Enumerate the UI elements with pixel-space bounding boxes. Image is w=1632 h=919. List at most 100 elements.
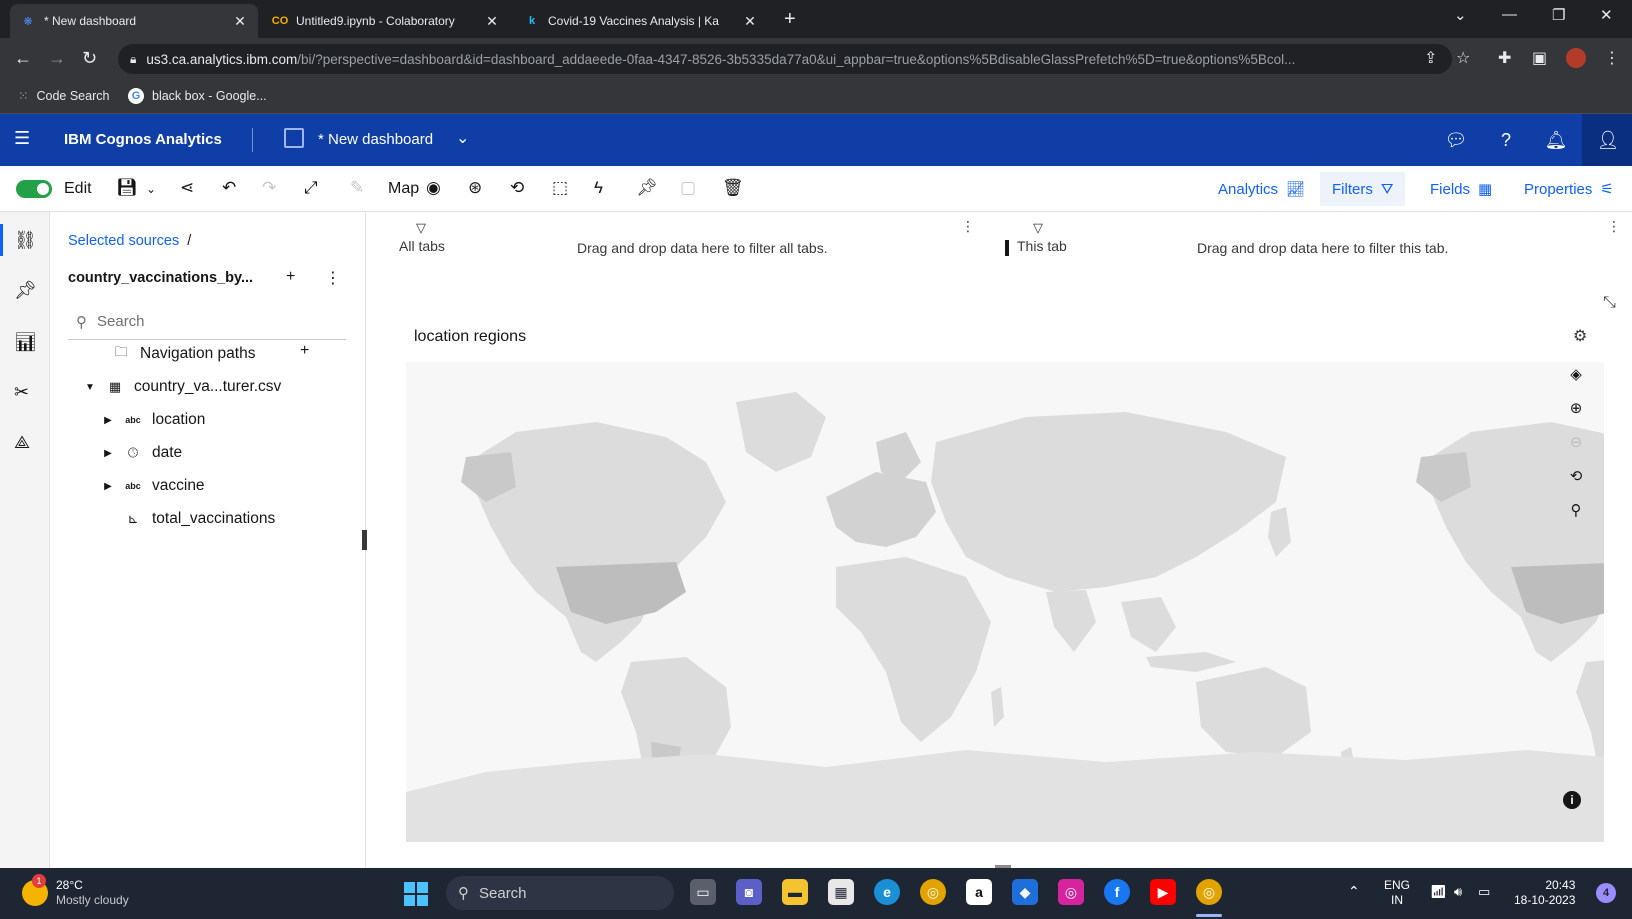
analytics-tab[interactable]: Analytics 📈︎ bbox=[1218, 180, 1305, 199]
all-tabs-filter-dropzone[interactable]: ▽ All tabs Drag and drop data here to fi… bbox=[367, 212, 1003, 270]
collapse-icon[interactable]: ⤡ bbox=[1603, 294, 1616, 312]
url-input[interactable]: 🔒︎ us3.ca.analytics.ibm.com/bi/?perspect… bbox=[118, 44, 1452, 74]
tree-item-csv-table[interactable]: ▼ ▦ country_va...turer.csv bbox=[84, 372, 281, 402]
all-tabs-overflow-icon[interactable]: ⋮ bbox=[961, 218, 975, 235]
facebook-icon[interactable]: f bbox=[1104, 879, 1130, 905]
task-view-icon[interactable]: ▭ bbox=[690, 879, 716, 905]
add-source-icon[interactable]: + bbox=[286, 268, 295, 286]
save-options-chevron-icon[interactable]: ⌄ bbox=[146, 182, 156, 196]
teams-meet-icon[interactable]: ◙ bbox=[736, 879, 762, 905]
visualization-title[interactable]: location regions bbox=[414, 328, 526, 346]
side-panel-icon[interactable]: ▣ bbox=[1532, 48, 1547, 68]
assistant-icon[interactable]: ⟁ bbox=[14, 432, 30, 453]
source-overflow-menu-icon[interactable]: ⋮ bbox=[325, 268, 341, 288]
tree-item-total-vaccinations[interactable]: ⊾ total_vaccinations bbox=[102, 504, 276, 534]
tree-item-date[interactable]: ▶ 🕓︎ date bbox=[102, 438, 182, 468]
browser-tab-kaggle[interactable]: k Covid-19 Vaccines Analysis | Ka ✕ bbox=[514, 4, 768, 38]
undo-icon[interactable]: ↶ bbox=[222, 178, 236, 198]
map-layers-icon[interactable]: ◈ bbox=[1563, 361, 1589, 387]
caret-right-icon[interactable]: ▶ bbox=[102, 481, 114, 492]
edit-mode-toggle[interactable] bbox=[16, 180, 52, 198]
close-tab-icon[interactable]: ✕ bbox=[742, 13, 758, 30]
share-icon[interactable]: ⋖ bbox=[180, 178, 194, 198]
extensions-puzzle-icon[interactable]: ✚ bbox=[1498, 48, 1511, 68]
chrome-browser-icon[interactable]: ◎ bbox=[920, 879, 946, 905]
bookmark-black-box[interactable]: G black box - Google... bbox=[128, 88, 267, 104]
insights-bolt-icon[interactable]: ϟ bbox=[594, 178, 603, 198]
caret-down-icon[interactable]: ▼ bbox=[84, 382, 96, 393]
wifi-icon[interactable]: 📶︎ bbox=[1430, 884, 1447, 899]
format-painter-icon[interactable]: ✎ bbox=[350, 178, 364, 198]
minimize-window-icon[interactable]: — bbox=[1502, 6, 1517, 23]
visualization-settings-gear-icon[interactable]: ⚙ bbox=[1573, 326, 1587, 346]
selected-sources-link[interactable]: Selected sources bbox=[68, 233, 179, 249]
visualizations-bar-chart-icon[interactable]: 📊︎ bbox=[14, 332, 37, 353]
close-window-icon[interactable]: ✕ bbox=[1600, 6, 1613, 24]
this-tab-overflow-icon[interactable]: ⋮ bbox=[1607, 218, 1621, 235]
copy-icon[interactable]: ▢ bbox=[680, 178, 696, 198]
pin-icon[interactable]: 📌︎ bbox=[636, 178, 658, 198]
bookmark-star-icon[interactable]: ☆ bbox=[1456, 48, 1470, 68]
battery-icon[interactable]: ▭ bbox=[1478, 884, 1490, 899]
new-tab-icon[interactable]: + bbox=[784, 8, 796, 31]
hamburger-menu-icon[interactable]: ☰ bbox=[14, 128, 30, 149]
tree-item-location[interactable]: ▶ abc location bbox=[102, 405, 205, 435]
pinned-items-icon[interactable]: 📌︎ bbox=[14, 280, 37, 301]
close-tab-icon[interactable]: ✕ bbox=[232, 13, 248, 30]
security-shield-icon[interactable]: ◆ bbox=[1012, 879, 1038, 905]
source-search-input[interactable]: ⚲ Search bbox=[68, 304, 346, 340]
restore-window-icon[interactable]: ❐ bbox=[1552, 6, 1565, 24]
reset-view-icon[interactable]: ⟲ bbox=[1563, 463, 1589, 489]
zoom-in-icon[interactable]: ⊕ bbox=[1563, 395, 1589, 421]
properties-tab[interactable]: Properties ⚟ bbox=[1524, 180, 1614, 199]
select-region-icon[interactable]: ⬚ bbox=[552, 178, 568, 198]
clock[interactable]: 20:43 18-10-2023 bbox=[1514, 878, 1575, 908]
notifications-bell-icon[interactable]: 🔔︎ bbox=[1530, 114, 1582, 166]
visualization-type-label[interactable]: Map bbox=[388, 180, 419, 198]
volume-icon[interactable]: 🔊︎ bbox=[1454, 884, 1462, 899]
microsoft-store-icon[interactable]: ▦ bbox=[828, 879, 854, 905]
user-account-icon[interactable]: 👤︎ bbox=[1582, 114, 1632, 166]
help-icon[interactable]: ? bbox=[1480, 114, 1532, 166]
dashboard-title[interactable]: * New dashboard bbox=[318, 131, 433, 148]
close-tab-icon[interactable]: ✕ bbox=[484, 13, 500, 30]
edge-browser-icon[interactable]: e bbox=[874, 879, 900, 905]
fields-tab[interactable]: Fields ▦ bbox=[1430, 180, 1492, 199]
back-icon[interactable]: ← bbox=[14, 48, 32, 69]
redo-icon[interactable]: ↷ bbox=[262, 178, 276, 198]
caret-right-icon[interactable]: ▶ bbox=[102, 415, 114, 426]
file-explorer-icon[interactable]: ▬ bbox=[782, 879, 808, 905]
chrome-active-icon[interactable]: ◎ bbox=[1196, 879, 1222, 905]
globe-icon[interactable]: ◉ bbox=[426, 178, 441, 198]
filters-tab[interactable]: Filters ⛛ bbox=[1320, 172, 1406, 206]
world-map[interactable] bbox=[406, 362, 1604, 842]
widgets-tools-icon[interactable]: ✂ bbox=[14, 382, 29, 403]
reload-icon[interactable]: ↻ bbox=[82, 48, 97, 69]
language-indicator[interactable]: ENG IN bbox=[1384, 878, 1410, 908]
profile-avatar[interactable] bbox=[1566, 48, 1586, 68]
tree-item-navigation-paths[interactable]: 🗀 Navigation paths bbox=[90, 339, 255, 369]
zoom-out-icon[interactable]: ⊖ bbox=[1563, 429, 1589, 455]
delete-trash-icon[interactable]: 🗑︎ bbox=[722, 178, 744, 198]
add-navigation-path-icon[interactable]: + bbox=[300, 342, 309, 360]
amazon-icon[interactable]: a bbox=[966, 879, 992, 905]
drill-icon[interactable]: ⊛ bbox=[468, 178, 482, 198]
youtube-icon[interactable]: ▶ bbox=[1150, 879, 1176, 905]
browser-tab-new-dashboard[interactable]: ❋ * New dashboard ✕ bbox=[10, 4, 258, 38]
save-icon[interactable]: 💾︎ bbox=[116, 178, 138, 198]
notification-count-badge[interactable]: 4 bbox=[1596, 883, 1616, 903]
info-icon[interactable]: i bbox=[1563, 791, 1581, 809]
source-name[interactable]: country_vaccinations_by... bbox=[68, 270, 264, 286]
bookmark-code-search[interactable]: ⁙ Code Search bbox=[18, 88, 109, 104]
data-sources-icon[interactable]: ⛓ bbox=[0, 224, 37, 256]
focus-mode-expand-icon[interactable]: ⤢ bbox=[304, 178, 318, 198]
reset-icon[interactable]: ⟲ bbox=[510, 178, 524, 198]
taskbar-search-input[interactable]: ⚲ Search bbox=[446, 876, 674, 910]
caret-right-icon[interactable]: ▶ bbox=[102, 448, 114, 459]
chevron-down-icon[interactable]: ⌄ bbox=[456, 128, 469, 148]
tab-search-chevron-icon[interactable]: ⌄ bbox=[1454, 6, 1467, 24]
share-page-icon[interactable]: ⇪ bbox=[1424, 48, 1437, 68]
windows-start-icon[interactable] bbox=[404, 882, 428, 906]
browser-tab-colab[interactable]: CO Untitled9.ipynb - Colaboratory ✕ bbox=[262, 4, 510, 38]
this-tab-filter-dropzone[interactable]: ▽ This tab Drag and drop data here to fi… bbox=[1011, 212, 1632, 270]
